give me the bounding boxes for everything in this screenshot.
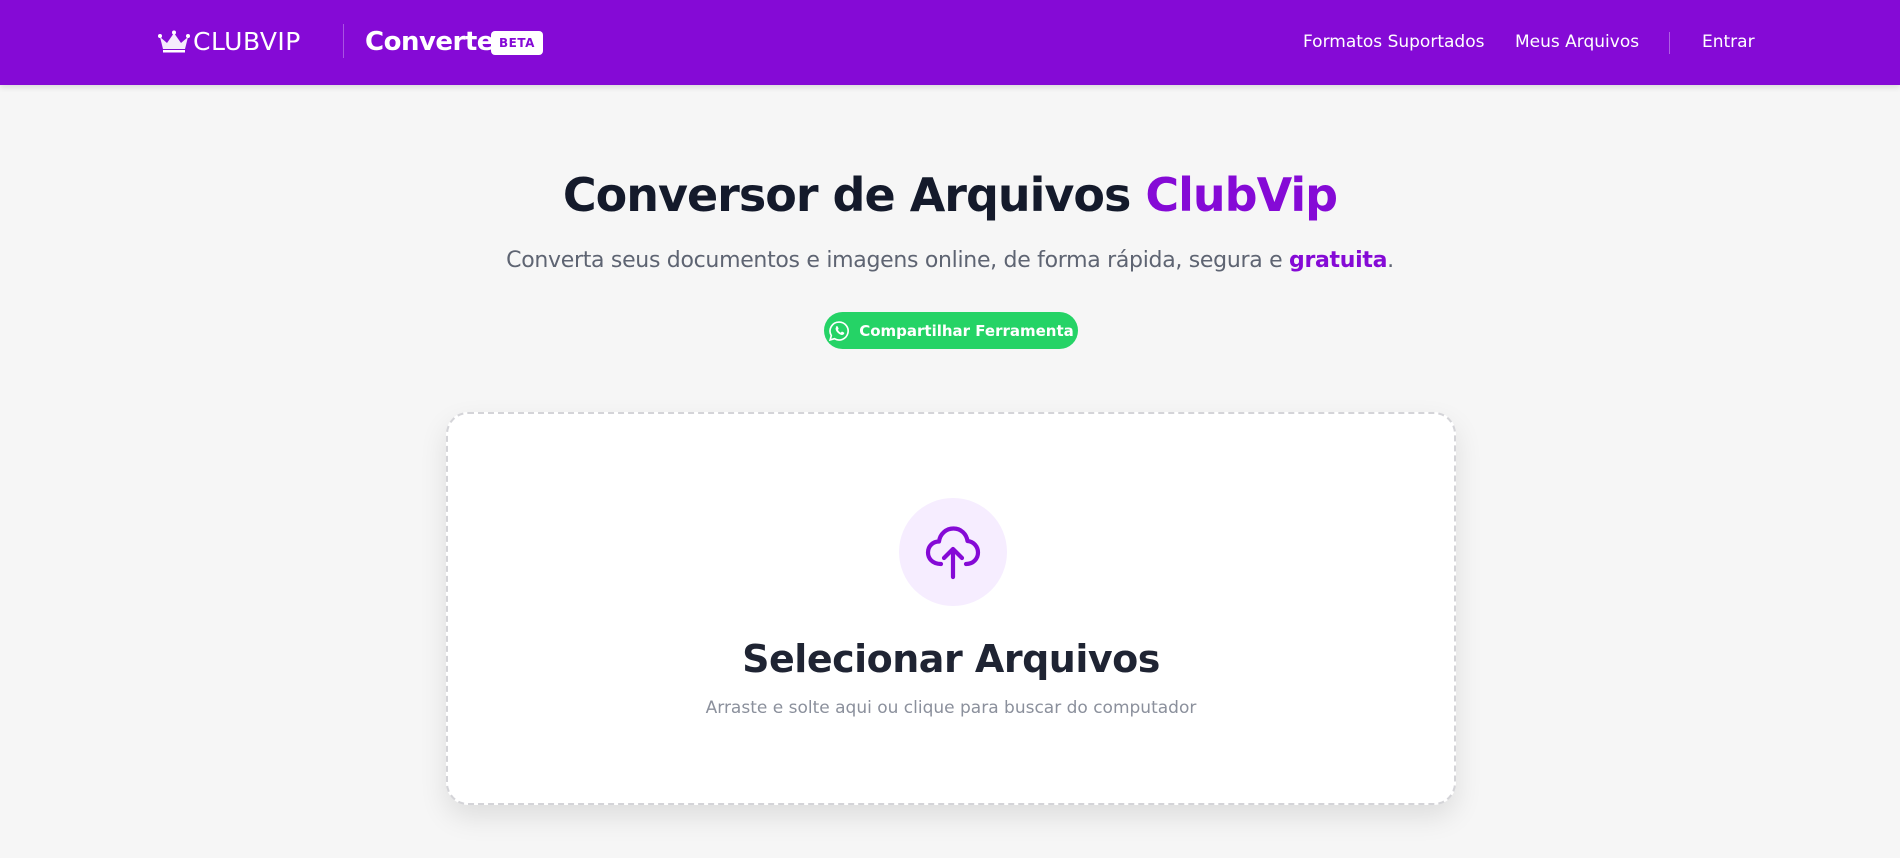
page-title-main: Conversor de Arquivos [562, 168, 1146, 222]
nav-login[interactable]: Entrar [1702, 30, 1755, 54]
brand-logo[interactable]: CLUBVIP [157, 28, 301, 56]
nav-supported-formats[interactable]: Formatos Suportados [1303, 30, 1484, 54]
page-title: Conversor de Arquivos ClubVip [0, 164, 1900, 226]
top-navbar: CLUBVIP Converter BETA Formatos Suportad… [0, 0, 1900, 85]
whatsapp-icon [829, 320, 850, 341]
page-subtitle-accent: gratuita [1289, 248, 1388, 273]
page-subtitle-main: Converta seus documentos e imagens onlin… [506, 248, 1290, 273]
nav-divider [1669, 32, 1670, 54]
crown-icon [158, 30, 190, 53]
nav-my-files[interactable]: Meus Arquivos [1515, 30, 1639, 54]
file-dropzone[interactable]: Selecionar Arquivos Arraste e solte aqui… [446, 412, 1456, 805]
page-subtitle-end: . [1387, 248, 1394, 273]
app-title: Converter [365, 27, 507, 57]
cloud-upload-icon [925, 526, 981, 580]
page-title-accent: ClubVip [1145, 168, 1338, 222]
brand-name: CLUBVIP [193, 27, 301, 56]
share-tool-button[interactable]: Compartilhar Ferramenta [824, 312, 1078, 349]
upload-hint: Arraste e solte aqui ou clique para busc… [705, 698, 1197, 718]
beta-badge: BETA [491, 31, 543, 55]
upload-title: Selecionar Arquivos [742, 637, 1160, 681]
page-subtitle: Converta seus documentos e imagens onlin… [0, 245, 1900, 277]
share-tool-label: Compartilhar Ferramenta [859, 321, 1074, 340]
upload-icon-circle [899, 498, 1007, 606]
brand-divider [343, 24, 344, 58]
